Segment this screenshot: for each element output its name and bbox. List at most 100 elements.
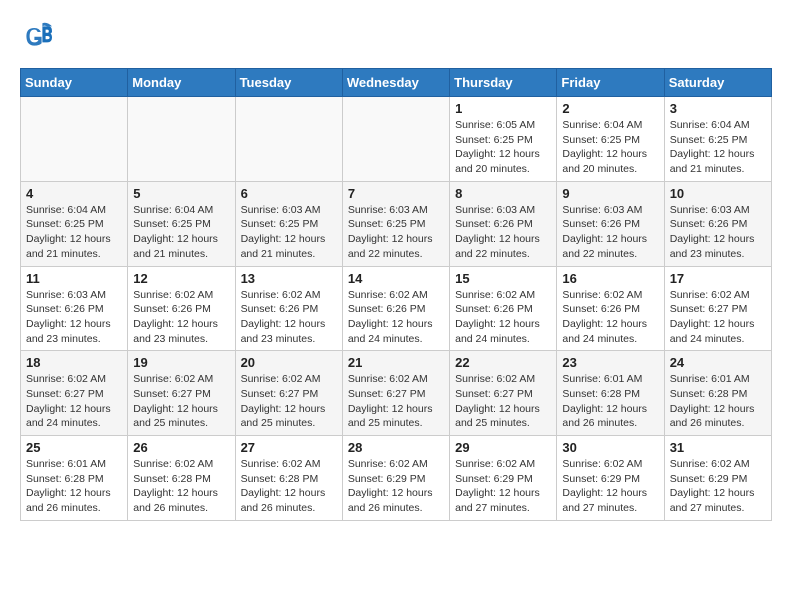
- calendar-week-row: 4 Sunrise: 6:04 AM Sunset: 6:25 PM Daylig…: [21, 181, 772, 266]
- day-info: Sunrise: 6:04 AM Sunset: 6:25 PM Dayligh…: [670, 118, 766, 177]
- day-number: 7: [348, 186, 444, 201]
- weekday-header: Tuesday: [235, 69, 342, 97]
- calendar-cell: 3 Sunrise: 6:04 AM Sunset: 6:25 PM Daylig…: [664, 97, 771, 182]
- calendar-header-row: SundayMondayTuesdayWednesdayThursdayFrid…: [21, 69, 772, 97]
- calendar-week-row: 18 Sunrise: 6:02 AM Sunset: 6:27 PM Dayli…: [21, 351, 772, 436]
- day-number: 18: [26, 355, 122, 370]
- day-info: Sunrise: 6:02 AM Sunset: 6:27 PM Dayligh…: [670, 288, 766, 347]
- day-info: Sunrise: 6:04 AM Sunset: 6:25 PM Dayligh…: [562, 118, 658, 177]
- calendar-cell: 25Sunrise: 6:01 AM Sunset: 6:28 PM Dayli…: [21, 436, 128, 521]
- day-number: 30: [562, 440, 658, 455]
- calendar-cell: 7 Sunrise: 6:03 AM Sunset: 6:25 PM Daylig…: [342, 181, 449, 266]
- day-info: Sunrise: 6:03 AM Sunset: 6:25 PM Dayligh…: [348, 203, 444, 262]
- day-number: 27: [241, 440, 337, 455]
- day-info: Sunrise: 6:02 AM Sunset: 6:27 PM Dayligh…: [348, 372, 444, 431]
- day-number: 23: [562, 355, 658, 370]
- day-info: Sunrise: 6:02 AM Sunset: 6:29 PM Dayligh…: [348, 457, 444, 516]
- calendar-cell: 23 Sunrise: 6:01 AM Sunset: 6:28 PM Dayli…: [557, 351, 664, 436]
- day-info: Sunrise: 6:02 AM Sunset: 6:29 PM Dayligh…: [562, 457, 658, 516]
- page-header: [20, 20, 772, 52]
- calendar-cell: 9 Sunrise: 6:03 AM Sunset: 6:26 PM Daylig…: [557, 181, 664, 266]
- calendar-cell: 4 Sunrise: 6:04 AM Sunset: 6:25 PM Daylig…: [21, 181, 128, 266]
- calendar-cell: [342, 97, 449, 182]
- calendar-week-row: 11Sunrise: 6:03 AM Sunset: 6:26 PM Dayli…: [21, 266, 772, 351]
- day-info: Sunrise: 6:02 AM Sunset: 6:28 PM Dayligh…: [241, 457, 337, 516]
- day-number: 11: [26, 271, 122, 286]
- calendar-cell: [128, 97, 235, 182]
- day-info: Sunrise: 6:02 AM Sunset: 6:27 PM Dayligh…: [455, 372, 551, 431]
- calendar-cell: 1Sunrise: 6:05 AM Sunset: 6:25 PM Daylig…: [450, 97, 557, 182]
- day-info: Sunrise: 6:02 AM Sunset: 6:26 PM Dayligh…: [455, 288, 551, 347]
- day-number: 20: [241, 355, 337, 370]
- day-info: Sunrise: 6:02 AM Sunset: 6:27 PM Dayligh…: [241, 372, 337, 431]
- calendar-cell: 28 Sunrise: 6:02 AM Sunset: 6:29 PM Dayli…: [342, 436, 449, 521]
- day-info: Sunrise: 6:04 AM Sunset: 6:25 PM Dayligh…: [26, 203, 122, 262]
- calendar-cell: 19 Sunrise: 6:02 AM Sunset: 6:27 PM Dayli…: [128, 351, 235, 436]
- day-info: Sunrise: 6:02 AM Sunset: 6:26 PM Dayligh…: [562, 288, 658, 347]
- day-number: 13: [241, 271, 337, 286]
- calendar-cell: 10 Sunrise: 6:03 AM Sunset: 6:26 PM Dayli…: [664, 181, 771, 266]
- day-number: 29: [455, 440, 551, 455]
- day-info: Sunrise: 6:01 AM Sunset: 6:28 PM Dayligh…: [26, 457, 122, 516]
- day-number: 10: [670, 186, 766, 201]
- calendar-cell: 22 Sunrise: 6:02 AM Sunset: 6:27 PM Dayli…: [450, 351, 557, 436]
- day-info: Sunrise: 6:04 AM Sunset: 6:25 PM Dayligh…: [133, 203, 229, 262]
- weekday-header: Wednesday: [342, 69, 449, 97]
- logo-icon: [20, 20, 52, 52]
- day-info: Sunrise: 6:02 AM Sunset: 6:26 PM Dayligh…: [348, 288, 444, 347]
- calendar-cell: 11Sunrise: 6:03 AM Sunset: 6:26 PM Dayli…: [21, 266, 128, 351]
- calendar-cell: 26 Sunrise: 6:02 AM Sunset: 6:28 PM Dayli…: [128, 436, 235, 521]
- day-info: Sunrise: 6:03 AM Sunset: 6:26 PM Dayligh…: [562, 203, 658, 262]
- day-number: 31: [670, 440, 766, 455]
- day-number: 16: [562, 271, 658, 286]
- day-number: 22: [455, 355, 551, 370]
- day-info: Sunrise: 6:01 AM Sunset: 6:28 PM Dayligh…: [670, 372, 766, 431]
- calendar-cell: 12Sunrise: 6:02 AM Sunset: 6:26 PM Dayli…: [128, 266, 235, 351]
- day-number: 21: [348, 355, 444, 370]
- calendar-cell: 18Sunrise: 6:02 AM Sunset: 6:27 PM Dayli…: [21, 351, 128, 436]
- day-number: 26: [133, 440, 229, 455]
- weekday-header: Monday: [128, 69, 235, 97]
- day-number: 1: [455, 101, 551, 116]
- day-info: Sunrise: 6:02 AM Sunset: 6:27 PM Dayligh…: [133, 372, 229, 431]
- day-number: 28: [348, 440, 444, 455]
- calendar-cell: 24 Sunrise: 6:01 AM Sunset: 6:28 PM Dayli…: [664, 351, 771, 436]
- day-number: 15: [455, 271, 551, 286]
- day-number: 8: [455, 186, 551, 201]
- day-info: Sunrise: 6:03 AM Sunset: 6:26 PM Dayligh…: [455, 203, 551, 262]
- day-number: 19: [133, 355, 229, 370]
- calendar-cell: [235, 97, 342, 182]
- day-number: 24: [670, 355, 766, 370]
- day-info: Sunrise: 6:02 AM Sunset: 6:28 PM Dayligh…: [133, 457, 229, 516]
- calendar-cell: 2 Sunrise: 6:04 AM Sunset: 6:25 PM Daylig…: [557, 97, 664, 182]
- calendar-cell: 8 Sunrise: 6:03 AM Sunset: 6:26 PM Daylig…: [450, 181, 557, 266]
- calendar-cell: 15 Sunrise: 6:02 AM Sunset: 6:26 PM Dayli…: [450, 266, 557, 351]
- day-number: 17: [670, 271, 766, 286]
- day-number: 9: [562, 186, 658, 201]
- calendar-table: SundayMondayTuesdayWednesdayThursdayFrid…: [20, 68, 772, 521]
- calendar-cell: 29 Sunrise: 6:02 AM Sunset: 6:29 PM Dayli…: [450, 436, 557, 521]
- calendar-cell: 21 Sunrise: 6:02 AM Sunset: 6:27 PM Dayli…: [342, 351, 449, 436]
- day-info: Sunrise: 6:03 AM Sunset: 6:26 PM Dayligh…: [670, 203, 766, 262]
- calendar-cell: 13Sunrise: 6:02 AM Sunset: 6:26 PM Dayli…: [235, 266, 342, 351]
- calendar-cell: 31 Sunrise: 6:02 AM Sunset: 6:29 PM Dayli…: [664, 436, 771, 521]
- day-number: 4: [26, 186, 122, 201]
- calendar-cell: 27 Sunrise: 6:02 AM Sunset: 6:28 PM Dayli…: [235, 436, 342, 521]
- day-info: Sunrise: 6:02 AM Sunset: 6:29 PM Dayligh…: [455, 457, 551, 516]
- calendar-week-row: 1Sunrise: 6:05 AM Sunset: 6:25 PM Daylig…: [21, 97, 772, 182]
- day-number: 3: [670, 101, 766, 116]
- calendar-cell: 20 Sunrise: 6:02 AM Sunset: 6:27 PM Dayli…: [235, 351, 342, 436]
- day-number: 14: [348, 271, 444, 286]
- calendar-week-row: 25Sunrise: 6:01 AM Sunset: 6:28 PM Dayli…: [21, 436, 772, 521]
- day-number: 6: [241, 186, 337, 201]
- weekday-header: Saturday: [664, 69, 771, 97]
- calendar-cell: [21, 97, 128, 182]
- calendar-cell: 30 Sunrise: 6:02 AM Sunset: 6:29 PM Dayli…: [557, 436, 664, 521]
- day-number: 2: [562, 101, 658, 116]
- day-info: Sunrise: 6:01 AM Sunset: 6:28 PM Dayligh…: [562, 372, 658, 431]
- day-info: Sunrise: 6:02 AM Sunset: 6:26 PM Dayligh…: [133, 288, 229, 347]
- weekday-header: Friday: [557, 69, 664, 97]
- calendar-cell: 6Sunrise: 6:03 AM Sunset: 6:25 PM Daylig…: [235, 181, 342, 266]
- calendar-cell: 5Sunrise: 6:04 AM Sunset: 6:25 PM Daylig…: [128, 181, 235, 266]
- day-info: Sunrise: 6:02 AM Sunset: 6:29 PM Dayligh…: [670, 457, 766, 516]
